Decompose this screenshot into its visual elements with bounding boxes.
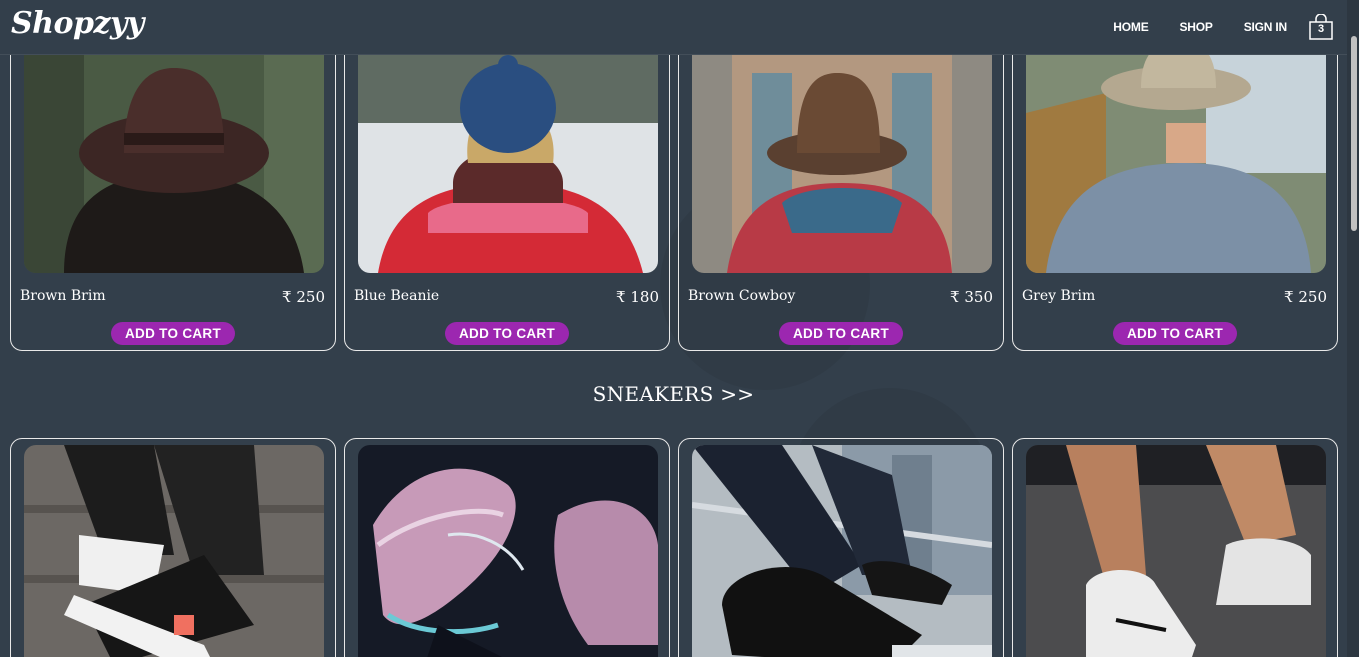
nav-sign-in[interactable]: SIGN IN xyxy=(1244,20,1287,34)
add-to-cart-button[interactable]: ADD TO CART xyxy=(1113,322,1237,345)
add-to-cart-button[interactable]: ADD TO CART xyxy=(779,322,903,345)
nav-home[interactable]: HOME xyxy=(1113,20,1148,34)
hats-grid: Brown Brim ₹ 250 ADD TO CART Blue Beanie… xyxy=(10,20,1338,351)
scrollbar-thumb[interactable] xyxy=(1351,36,1357,231)
product-price: ₹ 350 xyxy=(950,288,993,306)
product-name: Brown Brim xyxy=(20,288,106,304)
main-nav: HOME SHOP SIGN IN 3 xyxy=(1082,14,1333,40)
product-price: ₹ 180 xyxy=(616,288,659,306)
product-card: Blue Beanie ₹ 180 ADD TO CART xyxy=(344,20,670,351)
product-card: Brown Cowboy ₹ 350 ADD TO CART xyxy=(678,20,1004,351)
product-card: Grey Brim ₹ 250 ADD TO CART xyxy=(1012,20,1338,351)
sneakers-section-title[interactable]: SNEAKERS >> xyxy=(0,382,1347,406)
product-image xyxy=(24,445,324,657)
product-image xyxy=(692,33,992,273)
product-card xyxy=(344,438,670,657)
product-card xyxy=(678,438,1004,657)
product-image xyxy=(24,33,324,273)
product-image xyxy=(692,445,992,657)
product-price: ₹ 250 xyxy=(282,288,325,306)
add-to-cart-button[interactable]: ADD TO CART xyxy=(445,322,569,345)
logo[interactable]: Shopzyy xyxy=(11,6,144,41)
product-name: Brown Cowboy xyxy=(688,288,796,304)
product-image xyxy=(1026,445,1326,657)
nav-shop[interactable]: SHOP xyxy=(1180,20,1213,34)
product-name: Blue Beanie xyxy=(354,288,440,304)
add-to-cart-button[interactable]: ADD TO CART xyxy=(111,322,235,345)
product-image xyxy=(358,445,658,657)
cart-count: 3 xyxy=(1317,23,1325,35)
product-price: ₹ 250 xyxy=(1284,288,1327,306)
product-image xyxy=(358,33,658,273)
sneakers-grid xyxy=(10,438,1338,657)
product-card xyxy=(1012,438,1338,657)
site-header: Shopzyy HOME SHOP SIGN IN 3 xyxy=(0,0,1347,55)
product-card xyxy=(10,438,336,657)
product-image xyxy=(1026,33,1326,273)
scrollbar[interactable] xyxy=(1347,0,1359,657)
product-card: Brown Brim ₹ 250 ADD TO CART xyxy=(10,20,336,351)
cart-button[interactable]: 3 xyxy=(1309,14,1333,40)
product-name: Grey Brim xyxy=(1022,288,1096,304)
